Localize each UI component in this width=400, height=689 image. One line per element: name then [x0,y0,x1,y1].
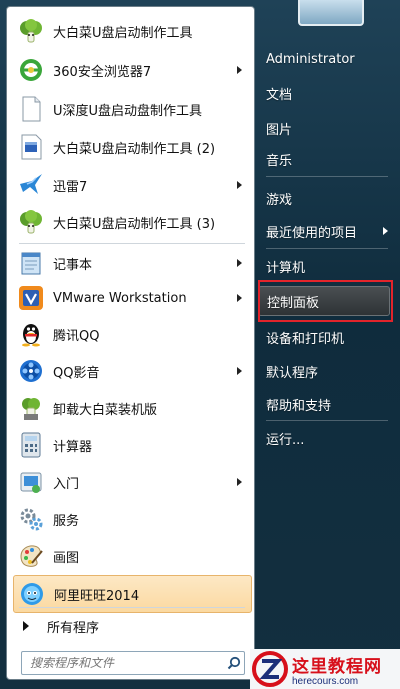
program-label: 画图 [53,550,80,566]
program-item-udeep[interactable]: U深度U盘启动盘制作工具 [13,91,250,127]
right-item-label: 音乐 [266,153,293,169]
right-item-label: 默认程序 [266,365,319,381]
program-label: 大白菜U盘启动制作工具 [53,25,193,41]
program-item-getting-started[interactable]: 入门 [13,464,250,500]
right-item-documents[interactable]: 文档 [258,78,390,108]
highlight-annotation-box [258,280,393,322]
program-label: 卸载大白菜装机版 [53,402,158,418]
menu-separator [19,243,245,244]
paint-icon [17,542,45,570]
z-logo-icon [250,649,290,689]
vmware-icon [17,284,45,312]
search-box[interactable] [21,651,245,675]
right-item-recent-items[interactable]: 最近使用的项目 [258,216,390,246]
360-browser-icon [17,56,45,84]
program-label: VMware Workstation [53,290,187,306]
program-label: 入门 [53,476,80,492]
getting-started-icon [17,468,45,496]
right-item-run[interactable]: 运行... [258,423,390,453]
cabbage-icon [17,208,45,236]
watermark: 这里教程网 herecours.com [250,649,400,689]
submenu-arrow-icon [237,181,242,189]
program-label: 服务 [53,513,80,529]
menu-separator [19,607,245,608]
right-item-administrator[interactable]: Administrator [258,44,390,74]
start-menu-right-panel: Administrator 文档 图片 音乐 游戏 最近使用的项目 计算机 控制… [258,0,400,689]
search-icon[interactable] [224,653,244,673]
uninstall-icon [17,394,45,422]
program-item-thunder[interactable]: 迅雷7 [13,167,250,203]
right-item-help-support[interactable]: 帮助和支持 [258,389,390,419]
program-label: 计算器 [53,439,93,455]
submenu-arrow-icon [237,367,242,375]
right-item-label: 图片 [266,122,293,138]
search-input[interactable] [22,652,224,674]
program-item-dabaicai[interactable]: 大白菜U盘启动制作工具 [13,13,250,49]
services-icon [17,505,45,533]
menu-separator [266,176,388,177]
app-window-icon [17,133,45,161]
right-item-label: 游戏 [266,192,293,208]
right-item-label: 文档 [266,87,293,103]
right-item-default-programs[interactable]: 默认程序 [258,356,390,386]
program-label: 360安全浏览器7 [53,64,152,80]
thunder-icon [17,171,45,199]
right-item-computer[interactable]: 计算机 [258,251,390,281]
right-item-label: 计算机 [266,260,306,276]
program-item-uninstall[interactable]: 卸载大白菜装机版 [13,390,250,426]
right-item-label: 最近使用的项目 [266,225,358,241]
program-item-360-browser[interactable]: 360安全浏览器7 [13,52,250,88]
start-menu-programs-panel: 大白菜U盘启动制作工具 360安全浏览器7 U深度U盘启动盘制作工具 大白菜U盘… [6,6,255,680]
notepad-icon [17,249,45,277]
all-programs-button[interactable]: 所有程序 [19,613,249,639]
watermark-text: 这里教程网 herecours.com [292,652,382,687]
program-item-dabaicai-3[interactable]: 大白菜U盘启动制作工具 (3) [13,204,250,240]
submenu-arrow-icon [237,259,242,267]
right-item-label: Administrator [266,51,355,67]
cabbage-icon [17,17,45,45]
right-item-label: 设备和打印机 [266,331,345,347]
watermark-title: 这里教程网 [292,656,382,677]
right-item-pictures[interactable]: 图片 [258,113,390,143]
program-label: 大白菜U盘启动制作工具 (2) [53,141,216,157]
program-label: 阿里旺旺2014 [54,588,140,604]
submenu-arrow-icon [237,294,242,302]
qq-player-icon [17,357,45,385]
program-item-qq-player[interactable]: QQ影音 [13,353,250,389]
program-item-vmware[interactable]: VMware Workstation [13,280,250,316]
program-item-dabaicai-2[interactable]: 大白菜U盘启动制作工具 (2) [13,129,250,165]
program-label: U深度U盘启动盘制作工具 [53,103,203,119]
program-item-qq[interactable]: 腾讯QQ [13,316,250,352]
calculator-icon [17,431,45,459]
program-label: 记事本 [53,257,93,273]
right-item-devices-printers[interactable]: 设备和打印机 [258,322,390,352]
menu-separator [266,248,388,249]
program-item-notepad[interactable]: 记事本 [13,245,250,281]
program-item-calculator[interactable]: 计算器 [13,427,250,463]
submenu-arrow-icon [237,478,242,486]
right-item-label: 运行... [266,432,305,448]
program-label: QQ影音 [53,365,100,381]
user-picture[interactable] [298,0,364,26]
program-label: 迅雷7 [53,179,88,195]
right-item-music[interactable]: 音乐 [258,144,390,174]
aliwangwang-icon [18,580,46,608]
program-label: 大白菜U盘启动制作工具 (3) [53,216,216,232]
all-programs-label: 所有程序 [47,620,100,636]
document-icon [17,95,45,123]
program-label: 腾讯QQ [53,328,100,344]
submenu-arrow-icon [383,227,388,235]
right-item-games[interactable]: 游戏 [258,183,390,213]
submenu-arrow-icon [237,66,242,74]
program-item-services[interactable]: 服务 [13,501,250,537]
menu-separator [266,420,388,421]
triangle-right-icon [23,621,29,631]
program-item-paint[interactable]: 画图 [13,538,250,574]
qq-penguin-icon [17,320,45,348]
watermark-url: herecours.com [292,675,359,687]
right-item-label: 帮助和支持 [266,398,332,414]
